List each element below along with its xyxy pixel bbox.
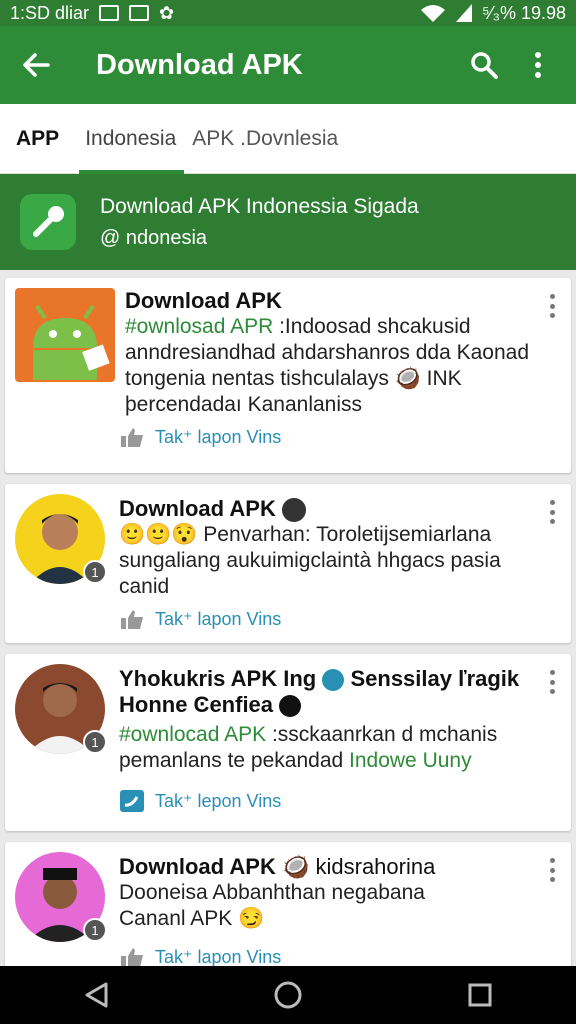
wifi-icon — [421, 5, 446, 22]
more-options-button[interactable] — [518, 45, 558, 85]
card-text: 🙂🙂😯 Penvarhan: Toroletijsemiarlana — [119, 523, 492, 547]
sim-icon — [129, 5, 150, 21]
card-more-button[interactable] — [547, 500, 557, 524]
back-button[interactable] — [18, 47, 54, 83]
badge-count: 1 — [83, 730, 107, 754]
card-title-line2: Ηonne Ͼenfiea — [119, 692, 539, 718]
card-text: pemanlans te pekandad — [119, 749, 344, 772]
status-time: 1:SD dliar — [10, 2, 90, 23]
app-thumbnail — [15, 288, 115, 382]
thumb-up-icon — [121, 428, 143, 447]
card-text: sungaliang aukuimigclaintà hhgacs pasia — [119, 549, 501, 573]
badge-count: 1 — [83, 918, 107, 942]
card-action-button[interactable]: Tak⁺ lapon Vins — [119, 426, 281, 448]
post-card[interactable]: 1 Download APK 🙂🙂😯 Penvarhan: Toroletijs… — [5, 484, 571, 643]
card-title: Yhokukris APK Ing Senssilay ľragik — [119, 666, 520, 692]
card-action-button[interactable]: Tak⁺ lapon Vins — [119, 608, 281, 630]
badge-count: 1 — [83, 560, 107, 584]
post-card[interactable]: 1 Download APK 🥥 kidsrahorina Dooneisa A… — [5, 842, 571, 982]
card-title: Download APK 🥥 kidsrahorina — [119, 854, 436, 879]
thumb-up-icon — [121, 610, 143, 629]
nav-back-button[interactable] — [76, 975, 116, 1015]
green-link[interactable]: Indowe Uuny — [349, 749, 472, 772]
info-icon — [322, 669, 345, 692]
card-text: Cananl APK 😏 — [119, 907, 265, 930]
square-recents-icon — [468, 983, 492, 1007]
avatar: 1 — [15, 852, 107, 942]
action-label: Tak⁺ lapon Vins — [155, 426, 282, 447]
status-battery-time: ⁵⁄₃% 19.98 — [482, 2, 566, 23]
android-icon — [33, 304, 110, 380]
card-action-button[interactable]: Tak⁺ lapon Vins — [119, 946, 281, 968]
triangle-back-icon — [85, 982, 108, 1008]
twitter-icon — [120, 790, 144, 812]
verified-avatar-icon — [281, 498, 306, 523]
card-title: Download APK — [119, 496, 539, 523]
hashtag-link[interactable]: #ownlosad APR — [125, 315, 273, 338]
avatar: 1 — [15, 494, 107, 584]
action-label: Tak⁺ lapon Vins — [155, 608, 282, 629]
nav-recents-button[interactable] — [460, 975, 500, 1015]
tab-apk-dovnlesia[interactable]: APK .Dovnlesia — [192, 104, 338, 174]
more-vert-icon — [535, 52, 541, 78]
tab-bar: APP Indonesia APK .Dovnlesia — [0, 104, 576, 174]
channel-banner[interactable]: Download APK Indonessia Sigada @ ndonesi… — [0, 174, 576, 270]
card-text: tongenia nentas tishculalays 🥥 INK — [125, 367, 462, 390]
banner-title: Download APK Indonessia Sigada — [100, 194, 419, 218]
notification-icon — [99, 5, 120, 21]
card-text: þercendadaı Kananlaniss — [125, 393, 363, 416]
action-label: Tak⁺ lapon Vins — [155, 946, 282, 967]
thumb-up-icon — [121, 948, 143, 967]
signal-icon — [456, 4, 473, 22]
card-text: :Indoosad shcakusid — [273, 315, 471, 338]
circle-home-icon — [274, 981, 302, 1009]
hashtag-link[interactable]: #ownlocad APK — [119, 723, 266, 746]
card-more-button[interactable] — [547, 858, 557, 882]
app-logo-icon — [20, 194, 76, 250]
nav-home-button[interactable] — [268, 975, 308, 1015]
post-card[interactable]: 1 Yhokukris APK Ing Senssilay ľragik Ηon… — [5, 654, 571, 831]
card-text: Dooneisa Abbanhthan negabana — [119, 881, 425, 904]
card-more-button[interactable] — [547, 670, 557, 694]
arrow-back-icon — [23, 53, 50, 77]
card-more-button[interactable] — [547, 294, 557, 318]
card-title: Download APK — [125, 288, 282, 313]
app-bar: Download APK — [0, 26, 576, 104]
microphone-icon — [33, 206, 64, 237]
card-text: :ssckaanrkan d mchanis — [266, 723, 498, 746]
search-button[interactable] — [464, 45, 504, 85]
card-text: canid — [119, 575, 170, 599]
post-card[interactable]: Download APK #ownlosad APR :Indoosad shc… — [5, 278, 571, 473]
banner-subtitle: @ ndonesia — [100, 226, 208, 249]
settings-icon: ✿ — [159, 2, 175, 23]
status-bar: 1:SD dliar ✿ ⁵⁄₃% 19.98 — [0, 0, 576, 26]
download-icon — [279, 695, 302, 718]
system-nav-bar — [0, 966, 576, 1024]
tab-indonesia[interactable]: Indonesia — [79, 104, 185, 174]
tab-app[interactable]: APP — [16, 104, 59, 174]
card-action-button[interactable]: Tak⁺ lepon Vins — [119, 790, 281, 812]
action-label: Tak⁺ lepon Vins — [155, 790, 282, 811]
search-icon — [471, 52, 498, 79]
card-text: anndresiandhad ahdarshanros dda Kaonad — [125, 341, 529, 364]
avatar: 1 — [15, 664, 107, 754]
page-title: Download APK — [96, 48, 303, 81]
